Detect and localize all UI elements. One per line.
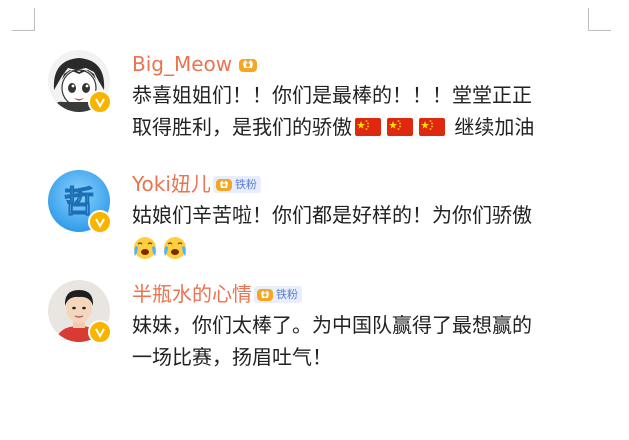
comment-line: 恭喜姐姐们！！你们是最棒的！！！堂堂正正	[132, 83, 532, 107]
comment-line-text: 取得胜利，是我们的骄傲	[132, 115, 352, 139]
comment-line: 取得胜利，是我们的骄傲 继续加油	[132, 111, 612, 143]
crown-icon	[257, 288, 273, 301]
fan-badge-label: 铁粉	[276, 288, 298, 301]
comment-line: 妹妹，你们太棒了。为中国队赢得了最想赢的	[132, 313, 532, 337]
verified-badge-icon	[88, 90, 112, 114]
comment-line-text: 继续加油	[454, 115, 535, 139]
crop-mark-top-left	[12, 8, 35, 31]
crop-mark-top-right	[588, 8, 611, 31]
avatar[interactable]: 哲	[48, 170, 112, 234]
avatar[interactable]	[48, 50, 112, 114]
crown-icon	[239, 59, 258, 72]
china-flag-icon	[387, 118, 413, 136]
fan-badge-label: 铁粉	[234, 178, 257, 191]
username[interactable]: 半瓶水的心情	[132, 280, 252, 308]
username[interactable]: Yoki妞儿	[132, 170, 211, 198]
verified-badge-icon	[88, 210, 112, 234]
fan-badge: 铁粉	[254, 285, 302, 303]
china-flag-icon	[355, 118, 381, 136]
comment-line: 姑娘们辛苦啦！你们都是好样的！为你们骄傲	[132, 203, 532, 227]
verified-badge-icon	[88, 320, 112, 344]
crying-face-emoji-icon	[134, 237, 156, 259]
crown-icon	[215, 178, 232, 191]
crying-face-emoji-icon	[164, 237, 186, 259]
avatar[interactable]	[48, 280, 112, 344]
comment-text: 妹妹，你们太棒了。为中国队赢得了最想赢的 一场比赛，扬眉吐气！	[132, 309, 612, 373]
fan-badge: 铁粉	[212, 175, 261, 193]
comment-text: 姑娘们辛苦啦！你们都是好样的！为你们骄傲	[132, 199, 612, 263]
comment-line: 一场比赛，扬眉吐气！	[132, 345, 332, 369]
comment-line	[132, 231, 612, 263]
comment-text: 恭喜姐姐们！！你们是最棒的！！！堂堂正正 取得胜利，是我们的骄傲 继续加油	[132, 79, 612, 143]
username[interactable]: Big_Meow	[132, 50, 232, 78]
china-flag-icon	[419, 118, 445, 136]
